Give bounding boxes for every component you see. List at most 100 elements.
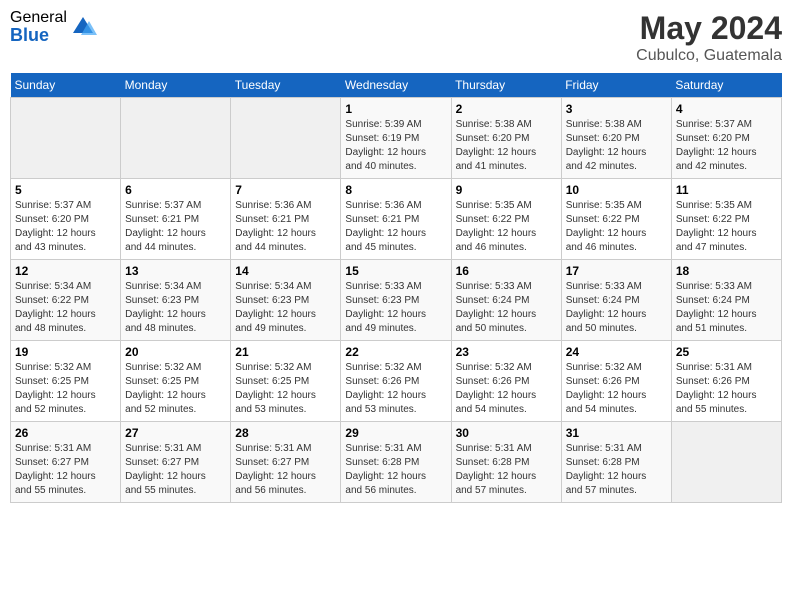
calendar-cell: 12Sunrise: 5:34 AMSunset: 6:22 PMDayligh… — [11, 260, 121, 341]
day-number: 13 — [125, 264, 226, 278]
header-cell: Saturday — [671, 73, 781, 98]
day-number: 6 — [125, 183, 226, 197]
header-cell: Thursday — [451, 73, 561, 98]
day-info: Sunrise: 5:38 AMSunset: 6:20 PMDaylight:… — [566, 118, 667, 174]
calendar-cell: 28 Sunrise: 5:31 AMSunset: 6:27 PMDayligh… — [231, 422, 341, 503]
day-info: Sunrise: 5:38 AMSunset: 6:20 PMDaylight:… — [456, 118, 557, 174]
calendar-cell: 24 Sunrise: 5:32 AMSunset: 6:26 PMDayligh… — [561, 341, 671, 422]
day-info: Sunrise: 5:31 AMSunset: 6:27 PMDaylight:… — [125, 442, 226, 498]
day-info: Sunrise: 5:32 AMSunset: 6:26 PMDaylight:… — [456, 361, 557, 417]
calendar-body: 1 Sunrise: 5:39 AMSunset: 6:19 PMDaylight… — [11, 98, 782, 503]
day-number: 24 — [566, 345, 667, 359]
calendar-cell: 22Sunrise: 5:32 AMSunset: 6:26 PMDayligh… — [341, 341, 451, 422]
day-info: Sunrise: 5:37 AMSunset: 6:20 PMDaylight:… — [15, 199, 116, 255]
day-info: Sunrise: 5:33 AMSunset: 6:24 PMDaylight:… — [566, 280, 667, 336]
page-header: General Blue May 2024 Cubulco, Guatemala — [10, 10, 782, 65]
day-info: Sunrise: 5:31 AMSunset: 6:27 PMDaylight:… — [235, 442, 336, 498]
calendar-cell: 29Sunrise: 5:31 AMSunset: 6:28 PMDayligh… — [341, 422, 451, 503]
day-number: 2 — [456, 102, 557, 116]
calendar-cell: 18Sunrise: 5:33 AMSunset: 6:24 PMDayligh… — [671, 260, 781, 341]
calendar-cell — [11, 98, 121, 179]
day-number: 15 — [345, 264, 446, 278]
calendar-cell: 26Sunrise: 5:31 AMSunset: 6:27 PMDayligh… — [11, 422, 121, 503]
calendar-cell: 16Sunrise: 5:33 AMSunset: 6:24 PMDayligh… — [451, 260, 561, 341]
calendar-cell: 14 Sunrise: 5:34 AMSunset: 6:23 PMDayligh… — [231, 260, 341, 341]
calendar-cell: 8 Sunrise: 5:36 AMSunset: 6:21 PMDaylight… — [341, 179, 451, 260]
calendar-cell — [231, 98, 341, 179]
logo-text: General Blue — [10, 10, 67, 44]
title-block: May 2024 Cubulco, Guatemala — [636, 10, 782, 65]
calendar-cell: 4 Sunrise: 5:37 AMSunset: 6:20 PMDaylight… — [671, 98, 781, 179]
calendar-cell: 1 Sunrise: 5:39 AMSunset: 6:19 PMDaylight… — [341, 98, 451, 179]
day-info: Sunrise: 5:34 AMSunset: 6:23 PMDaylight:… — [125, 280, 226, 336]
day-info: Sunrise: 5:37 AMSunset: 6:20 PMDaylight:… — [676, 118, 777, 174]
logo-blue: Blue — [10, 26, 67, 44]
calendar-cell: 15 Sunrise: 5:33 AMSunset: 6:23 PMDayligh… — [341, 260, 451, 341]
day-number: 27 — [125, 426, 226, 440]
day-number: 9 — [456, 183, 557, 197]
header-cell: Tuesday — [231, 73, 341, 98]
day-number: 18 — [676, 264, 777, 278]
calendar-cell: 27 Sunrise: 5:31 AMSunset: 6:27 PMDayligh… — [121, 422, 231, 503]
day-number: 5 — [15, 183, 116, 197]
day-number: 8 — [345, 183, 446, 197]
day-number: 25 — [676, 345, 777, 359]
header-cell: Monday — [121, 73, 231, 98]
calendar-cell: 23 Sunrise: 5:32 AMSunset: 6:26 PMDayligh… — [451, 341, 561, 422]
location-title: Cubulco, Guatemala — [636, 47, 782, 65]
calendar-header: SundayMondayTuesdayWednesdayThursdayFrid… — [11, 73, 782, 98]
calendar-cell: 30 Sunrise: 5:31 AMSunset: 6:28 PMDayligh… — [451, 422, 561, 503]
day-number: 28 — [235, 426, 336, 440]
day-info: Sunrise: 5:31 AMSunset: 6:28 PMDaylight:… — [566, 442, 667, 498]
day-info: Sunrise: 5:34 AMSunset: 6:23 PMDaylight:… — [235, 280, 336, 336]
day-info: Sunrise: 5:33 AMSunset: 6:23 PMDaylight:… — [345, 280, 446, 336]
day-info: Sunrise: 5:36 AMSunset: 6:21 PMDaylight:… — [345, 199, 446, 255]
day-number: 26 — [15, 426, 116, 440]
day-info: Sunrise: 5:39 AMSunset: 6:19 PMDaylight:… — [345, 118, 446, 174]
day-info: Sunrise: 5:32 AMSunset: 6:25 PMDaylight:… — [15, 361, 116, 417]
day-info: Sunrise: 5:32 AMSunset: 6:25 PMDaylight:… — [125, 361, 226, 417]
day-info: Sunrise: 5:32 AMSunset: 6:26 PMDaylight:… — [345, 361, 446, 417]
calendar-week-row: 19 Sunrise: 5:32 AMSunset: 6:25 PMDayligh… — [11, 341, 782, 422]
day-number: 1 — [345, 102, 446, 116]
day-number: 4 — [676, 102, 777, 116]
day-number: 11 — [676, 183, 777, 197]
day-info: Sunrise: 5:32 AMSunset: 6:26 PMDaylight:… — [566, 361, 667, 417]
day-info: Sunrise: 5:35 AMSunset: 6:22 PMDaylight:… — [566, 199, 667, 255]
header-cell: Sunday — [11, 73, 121, 98]
calendar-cell — [671, 422, 781, 503]
calendar-table: SundayMondayTuesdayWednesdayThursdayFrid… — [10, 73, 782, 503]
calendar-cell: 21 Sunrise: 5:32 AMSunset: 6:25 PMDayligh… — [231, 341, 341, 422]
calendar-cell — [121, 98, 231, 179]
day-number: 19 — [15, 345, 116, 359]
day-info: Sunrise: 5:35 AMSunset: 6:22 PMDaylight:… — [456, 199, 557, 255]
calendar-cell: 25 Sunrise: 5:31 AMSunset: 6:26 PMDayligh… — [671, 341, 781, 422]
header-row: SundayMondayTuesdayWednesdayThursdayFrid… — [11, 73, 782, 98]
calendar-week-row: 26 Sunrise: 5:31 AMSunset: 6:27 PMDayligh… — [11, 422, 782, 503]
day-number: 30 — [456, 426, 557, 440]
calendar-week-row: 12Sunrise: 5:34 AMSunset: 6:22 PMDayligh… — [11, 260, 782, 341]
day-info: Sunrise: 5:32 AMSunset: 6:25 PMDaylight:… — [235, 361, 336, 417]
day-info: Sunrise: 5:31 AMSunset: 6:28 PMDaylight:… — [456, 442, 557, 498]
calendar-cell: 19 Sunrise: 5:32 AMSunset: 6:25 PMDayligh… — [11, 341, 121, 422]
day-info: Sunrise: 5:36 AMSunset: 6:21 PMDaylight:… — [235, 199, 336, 255]
day-number: 16 — [456, 264, 557, 278]
day-number: 14 — [235, 264, 336, 278]
month-year-title: May 2024 — [636, 10, 782, 47]
calendar-cell: 2 Sunrise: 5:38 AMSunset: 6:20 PMDaylight… — [451, 98, 561, 179]
day-number: 21 — [235, 345, 336, 359]
calendar-cell: 10Sunrise: 5:35 AMSunset: 6:22 PMDayligh… — [561, 179, 671, 260]
day-number: 17 — [566, 264, 667, 278]
calendar-cell: 7 Sunrise: 5:36 AMSunset: 6:21 PMDaylight… — [231, 179, 341, 260]
calendar-week-row: 5 Sunrise: 5:37 AMSunset: 6:20 PMDaylight… — [11, 179, 782, 260]
calendar-cell: 11Sunrise: 5:35 AMSunset: 6:22 PMDayligh… — [671, 179, 781, 260]
day-number: 3 — [566, 102, 667, 116]
calendar-cell: 9 Sunrise: 5:35 AMSunset: 6:22 PMDaylight… — [451, 179, 561, 260]
day-number: 23 — [456, 345, 557, 359]
day-info: Sunrise: 5:31 AMSunset: 6:26 PMDaylight:… — [676, 361, 777, 417]
day-info: Sunrise: 5:37 AMSunset: 6:21 PMDaylight:… — [125, 199, 226, 255]
calendar-cell: 6 Sunrise: 5:37 AMSunset: 6:21 PMDaylight… — [121, 179, 231, 260]
day-number: 7 — [235, 183, 336, 197]
day-number: 29 — [345, 426, 446, 440]
calendar-cell: 3 Sunrise: 5:38 AMSunset: 6:20 PMDaylight… — [561, 98, 671, 179]
